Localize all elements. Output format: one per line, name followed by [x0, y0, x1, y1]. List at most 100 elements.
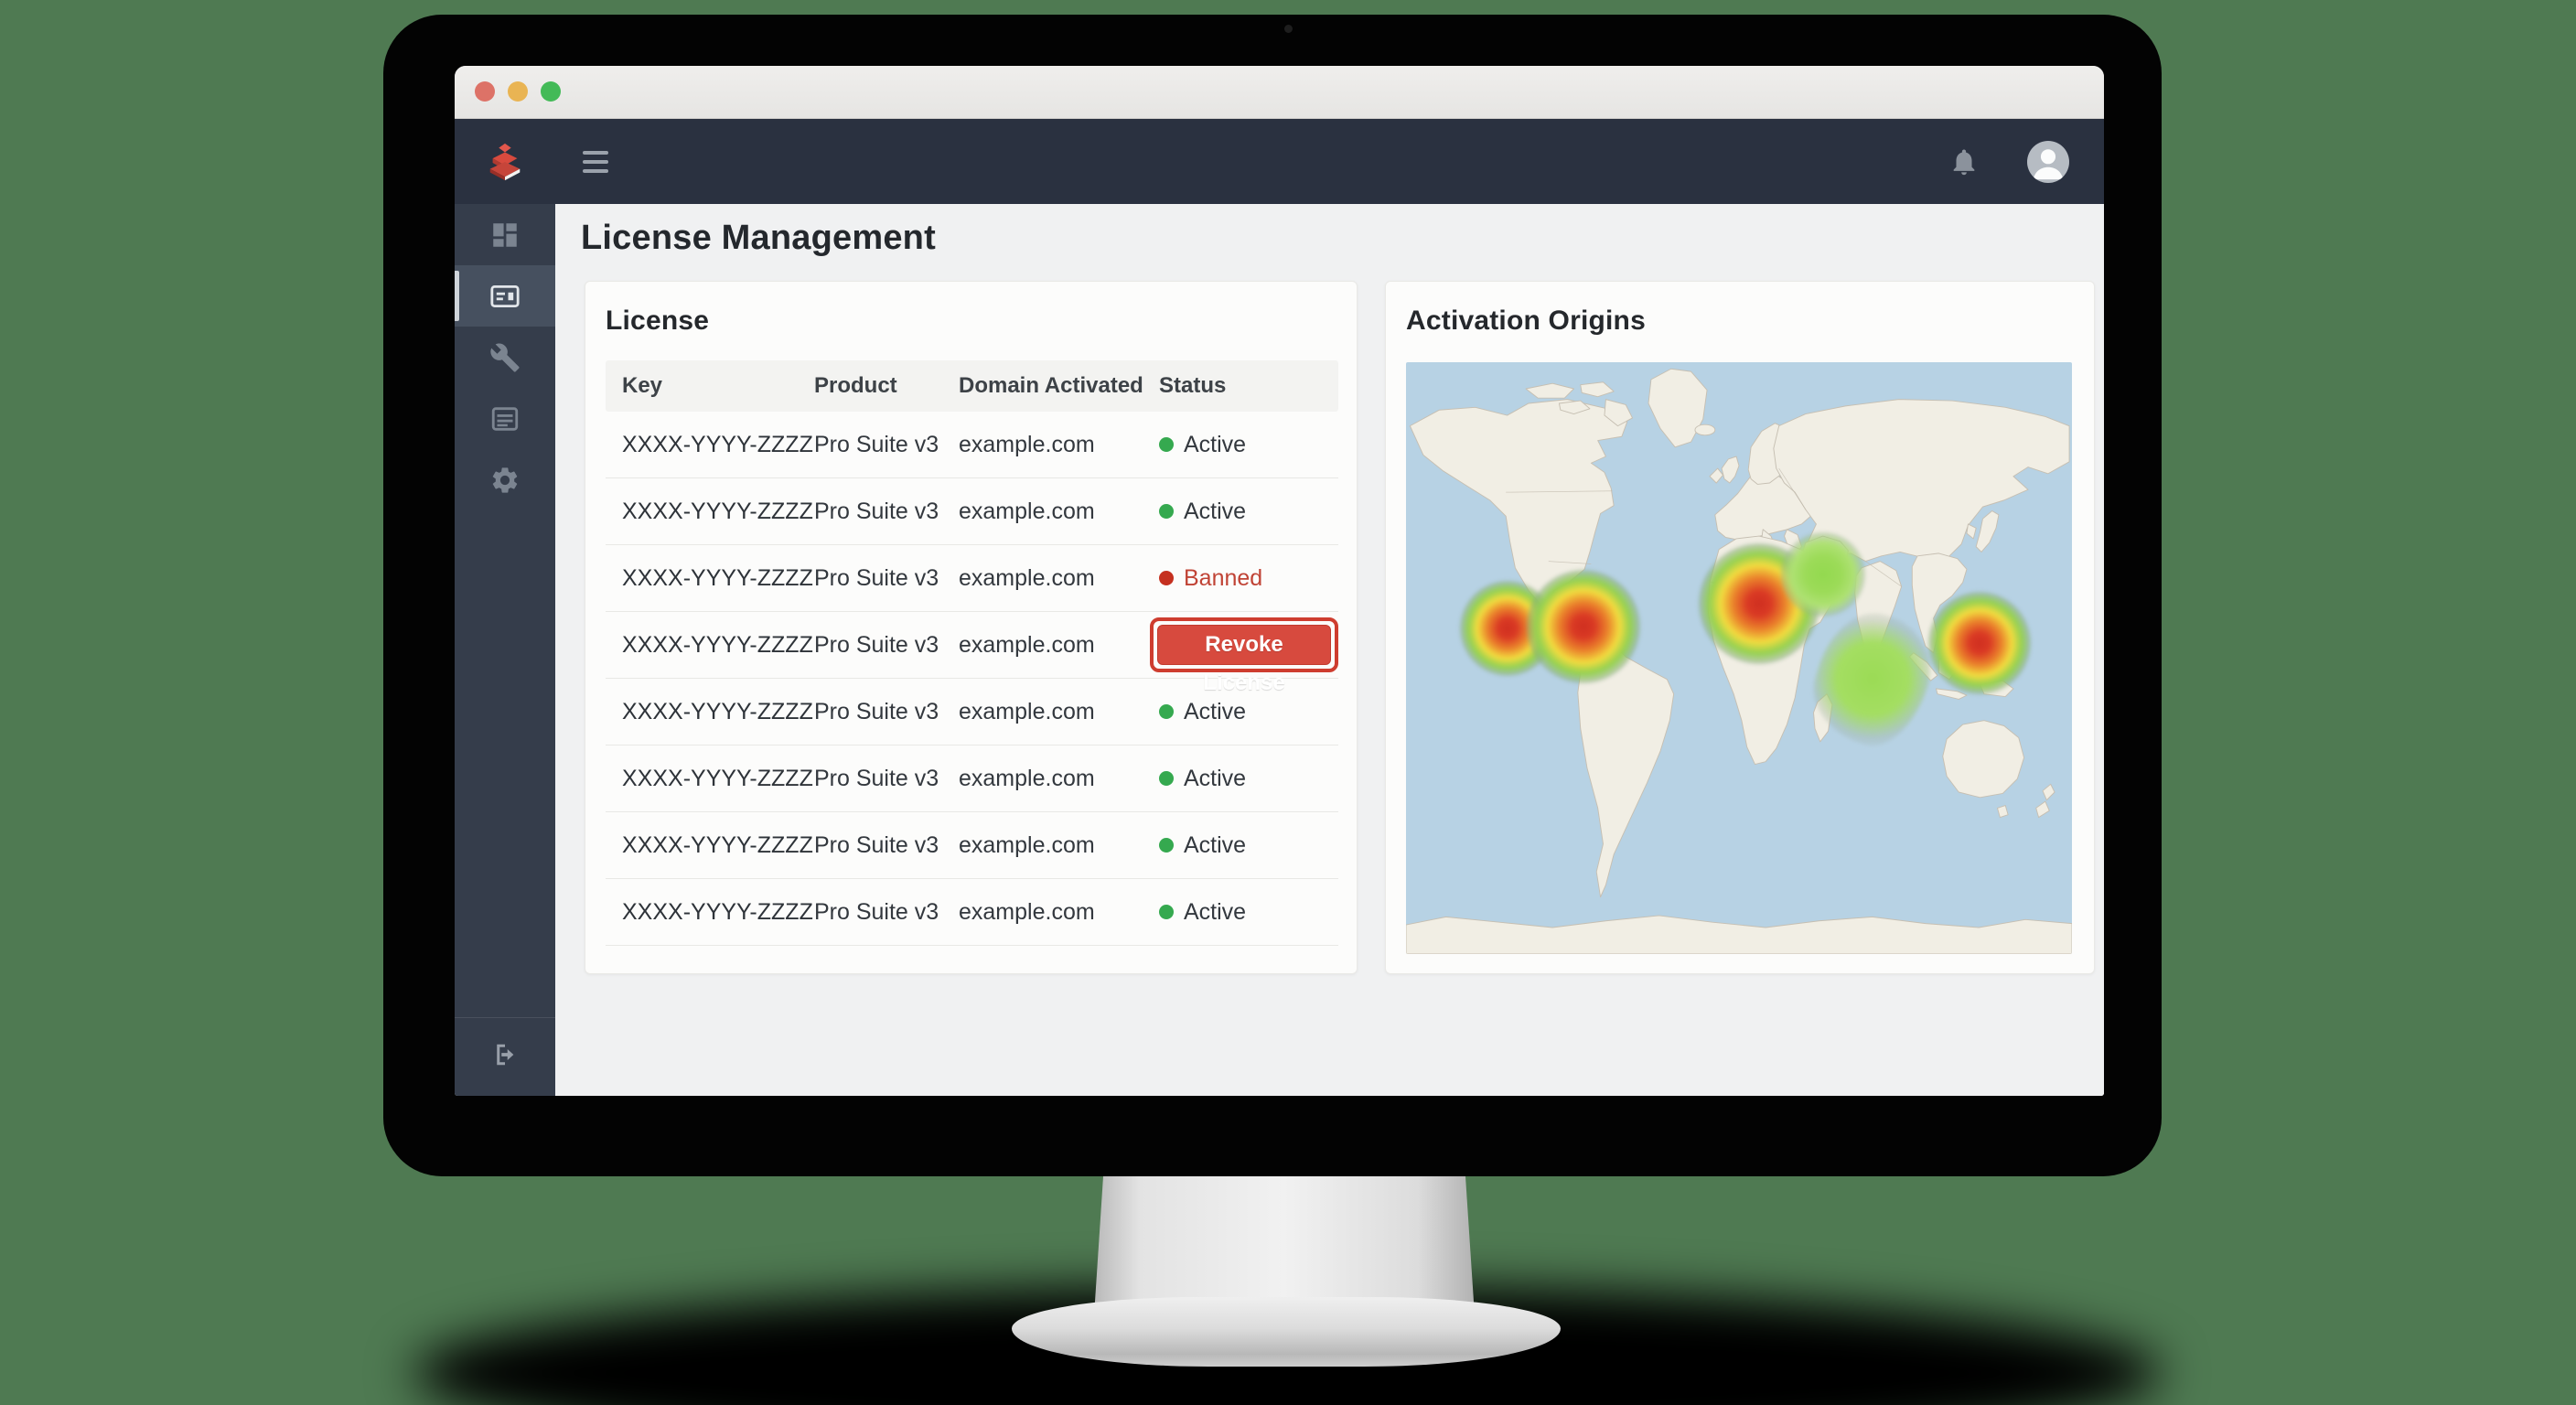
- monitor-bezel: License Management License Key Product D…: [383, 15, 2162, 1176]
- page-title: License Management: [581, 219, 936, 258]
- heat-spot: [1781, 532, 1865, 617]
- status-banned-dot: [1159, 571, 1174, 585]
- status-label: Active: [1184, 499, 1246, 525]
- status-label: Active: [1184, 832, 1246, 859]
- gear-icon: [489, 465, 521, 496]
- cell-key: XXXX-YYYY-ZZZZ: [622, 432, 814, 458]
- maximize-button[interactable]: [541, 81, 561, 102]
- table-row: XXXX-YYYY-ZZZZ Pro Suite v3 example.com …: [606, 879, 1338, 946]
- cell-status: Active: [1159, 766, 1338, 792]
- notifications-bell-icon[interactable]: [1948, 146, 1980, 177]
- cell-domain: example.com: [959, 699, 1159, 725]
- status-active-dot: [1159, 504, 1174, 519]
- col-header-key: Key: [622, 373, 814, 399]
- col-header-domain: Domain Activated: [959, 373, 1159, 399]
- sidebar-item-tools[interactable]: [455, 327, 555, 388]
- cell-key: XXXX-YYYY-ZZZZ: [622, 766, 814, 792]
- sidebar-item-settings[interactable]: [455, 449, 555, 510]
- status-label: Active: [1184, 899, 1246, 926]
- wrench-icon: [489, 342, 521, 373]
- license-card-icon: [489, 281, 521, 312]
- close-button[interactable]: [475, 81, 495, 102]
- col-header-product: Product: [814, 373, 959, 399]
- table-row: XXXX-YYYY-ZZZZ Pro Suite v3 example.com …: [606, 412, 1338, 478]
- cell-product: Pro Suite v3: [814, 899, 959, 926]
- user-avatar[interactable]: [2027, 141, 2069, 183]
- status-active-dot: [1159, 905, 1174, 919]
- cell-status: Active: [1159, 432, 1338, 458]
- sidebar-item-licenses[interactable]: [455, 265, 555, 327]
- sidebar-item-reports[interactable]: [455, 388, 555, 449]
- cell-key: XXXX-YYYY-ZZZZ: [622, 899, 814, 926]
- stacked-layers-logo-icon: [484, 141, 526, 183]
- col-header-status: Status: [1159, 373, 1338, 399]
- cell-product: Pro Suite v3: [814, 565, 959, 592]
- main-content: License Management License Key Product D…: [555, 204, 2104, 1096]
- status-active-dot: [1159, 704, 1174, 719]
- cell-domain: example.com: [959, 832, 1159, 859]
- highlight-ring: Revoke License: [1150, 617, 1338, 672]
- status-active-dot: [1159, 838, 1174, 853]
- license-table: Key Product Domain Activated Status XXXX…: [606, 360, 1338, 946]
- monitor-stand-neck: [1094, 1171, 1475, 1315]
- cell-key: XXXX-YYYY-ZZZZ: [622, 832, 814, 859]
- cell-product: Pro Suite v3: [814, 832, 959, 859]
- cell-product: Pro Suite v3: [814, 499, 959, 525]
- table-row: XXXX-YYYY-ZZZZ Pro Suite v3 example.com …: [606, 812, 1338, 879]
- status-label: Banned: [1184, 565, 1262, 592]
- table-row: XXXX-YYYY-ZZZZ Pro Suite v3 example.com …: [606, 745, 1338, 812]
- cell-status: Banned: [1159, 565, 1338, 592]
- license-card-title: License: [606, 306, 1336, 337]
- cell-status: Active: [1159, 832, 1338, 859]
- desktop-background: License Management License Key Product D…: [0, 0, 2576, 1405]
- heat-spot: [1800, 600, 1945, 757]
- cell-status: Revoke License: [1150, 617, 1338, 672]
- map-card-title: Activation Origins: [1406, 306, 2074, 337]
- app-window: License Management License Key Product D…: [455, 66, 2104, 1096]
- heat-spot: [1527, 570, 1640, 683]
- status-active-dot: [1159, 437, 1174, 452]
- sign-out-icon: [491, 1041, 519, 1068]
- table-row: XXXX-YYYY-ZZZZ Pro Suite v3 example.com …: [606, 612, 1338, 679]
- cell-status: Active: [1159, 899, 1338, 926]
- camera-dot: [1284, 25, 1293, 33]
- cell-key: XXXX-YYYY-ZZZZ: [622, 499, 814, 525]
- heat-spot: [1928, 592, 2031, 694]
- dashboard-icon: [489, 220, 521, 251]
- document-list-icon: [489, 403, 521, 434]
- hamburger-menu-icon[interactable]: [583, 151, 608, 173]
- cell-product: Pro Suite v3: [814, 766, 959, 792]
- cell-domain: example.com: [959, 565, 1159, 592]
- revoke-license-button[interactable]: Revoke License: [1157, 625, 1331, 665]
- license-card: License Key Product Domain Activated Sta…: [585, 281, 1358, 974]
- world-heatmap: [1406, 362, 2072, 954]
- cell-domain: example.com: [959, 432, 1159, 458]
- sidebar-divider: [455, 1017, 555, 1018]
- sidebar-item-dashboard[interactable]: [455, 204, 555, 265]
- monitor-stand-base: [1012, 1297, 1561, 1367]
- cell-domain: example.com: [959, 766, 1159, 792]
- window-titlebar: [455, 66, 2104, 119]
- activation-origins-card: Activation Origins: [1385, 281, 2095, 974]
- cell-product: Pro Suite v3: [814, 432, 959, 458]
- icon-sidebar: [455, 204, 555, 1096]
- cell-product: Pro Suite v3: [814, 699, 959, 725]
- cell-domain: example.com: [959, 499, 1159, 525]
- status-label: Active: [1184, 699, 1246, 725]
- heat-spot: [1699, 543, 1819, 664]
- minimize-button[interactable]: [508, 81, 528, 102]
- top-navbar: [455, 119, 2104, 204]
- heat-spot: [1460, 581, 1555, 676]
- cell-product: Pro Suite v3: [814, 632, 959, 659]
- cell-domain: example.com: [959, 632, 1159, 659]
- cell-status: Active: [1159, 499, 1338, 525]
- cell-key: XXXX-YYYY-ZZZZ: [622, 565, 814, 592]
- cell-status: Active: [1159, 699, 1338, 725]
- table-header-row: Key Product Domain Activated Status: [606, 360, 1338, 412]
- status-active-dot: [1159, 771, 1174, 786]
- cell-domain: example.com: [959, 899, 1159, 926]
- cell-key: XXXX-YYYY-ZZZZ: [622, 699, 814, 725]
- sidebar-item-logout[interactable]: [455, 1029, 555, 1080]
- status-label: Active: [1184, 766, 1246, 792]
- brand-logo: [455, 141, 555, 183]
